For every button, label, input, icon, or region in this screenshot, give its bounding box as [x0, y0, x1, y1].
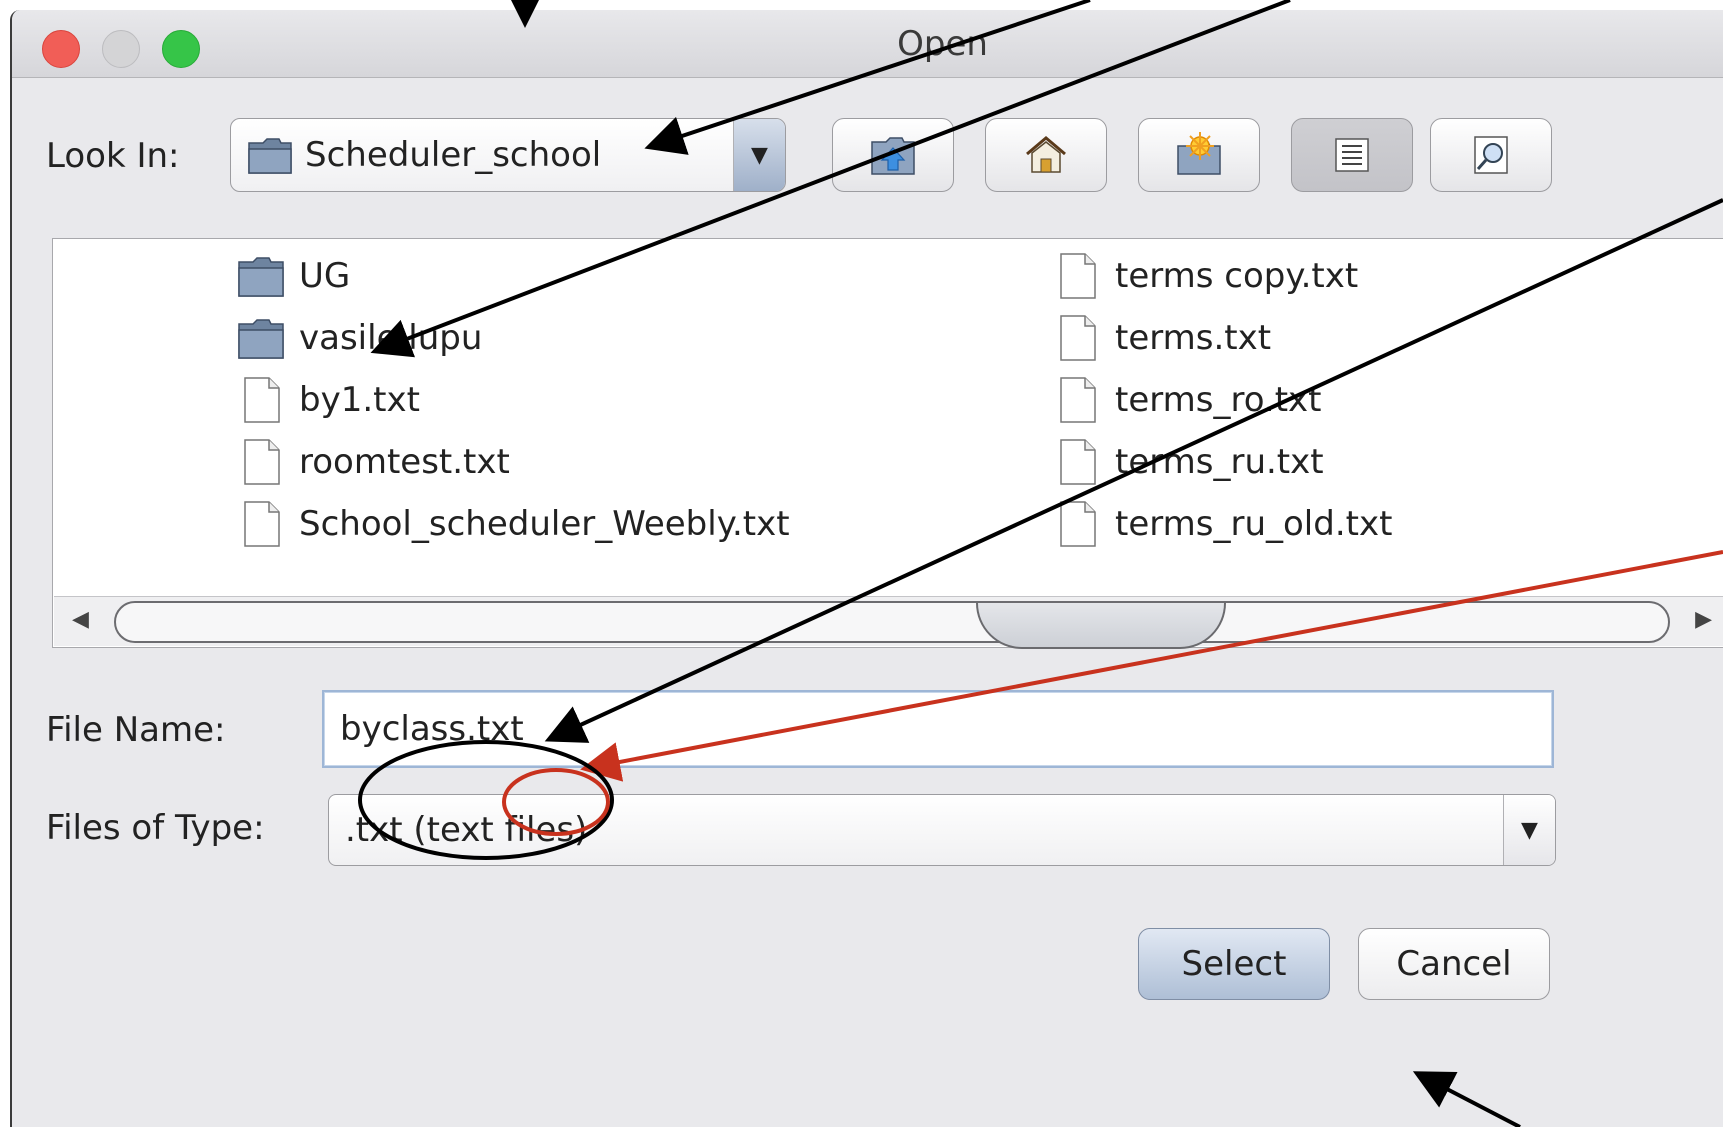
new-folder-icon: [1177, 132, 1221, 175]
file-item[interactable]: School_scheduler_Weebly.txt: [237, 495, 790, 553]
details-view-icon: [1474, 136, 1508, 174]
file-item[interactable]: terms_ro.txt: [1053, 371, 1322, 429]
chevron-down-icon[interactable]: ▼: [733, 119, 785, 191]
item-label: terms.txt: [1115, 318, 1272, 358]
file-name-label: File Name:: [46, 710, 225, 750]
file-list[interactable]: UG vasile lupu by1.txt roomtest.txt School_s…: [52, 238, 1723, 649]
scrollbar-track[interactable]: [114, 601, 1670, 649]
list-view-button[interactable]: [1291, 118, 1413, 192]
item-label: School_scheduler_Weebly.txt: [299, 504, 790, 544]
file-item[interactable]: terms copy.txt: [1053, 247, 1358, 305]
file-icon: [1060, 315, 1096, 361]
file-icon: [244, 377, 280, 423]
files-of-type-dropdown[interactable]: .txt (text files) ▼: [328, 794, 1556, 866]
item-label: vasile lupu: [299, 318, 483, 358]
file-name-value: byclass.txt: [340, 709, 524, 749]
window-title: Open: [897, 24, 988, 64]
scroll-left-icon[interactable]: ◀: [72, 607, 89, 632]
up-folder-icon: [871, 137, 915, 175]
home-button[interactable]: [985, 118, 1107, 192]
file-item[interactable]: by1.txt: [237, 371, 420, 429]
file-icon: [1060, 377, 1096, 423]
item-label: roomtest.txt: [299, 442, 510, 482]
select-button[interactable]: Select: [1138, 928, 1330, 1000]
file-name-label-text: File Name:: [46, 710, 226, 750]
scrollbar-thumb[interactable]: [976, 603, 1226, 649]
title-bar: Open: [12, 10, 1723, 78]
file-item[interactable]: roomtest.txt: [237, 433, 510, 491]
files-of-type-value: .txt (text files): [345, 810, 588, 850]
look-in-label-text: Look In:: [46, 136, 180, 176]
file-icon: [1060, 501, 1096, 547]
item-label: UG: [299, 256, 351, 296]
folder-item[interactable]: vasile lupu: [237, 309, 482, 367]
list-view-icon: [1335, 138, 1369, 172]
file-icon: [1060, 439, 1096, 485]
folder-icon: [248, 138, 292, 174]
files-of-type-label-text: Files of Type:: [46, 808, 265, 848]
open-dialog: Open Look In: Scheduler_school ▼ UG vasi…: [10, 10, 1723, 1127]
folder-icon: [238, 257, 284, 297]
item-label: by1.txt: [299, 380, 420, 420]
file-name-field[interactable]: byclass.txt: [322, 690, 1554, 768]
file-icon: [1060, 253, 1096, 299]
details-view-button[interactable]: [1430, 118, 1552, 192]
horizontal-scrollbar[interactable]: ◀ ▶: [54, 596, 1723, 649]
item-label: terms_ro.txt: [1115, 380, 1322, 420]
new-folder-button[interactable]: [1138, 118, 1260, 192]
item-label: terms_ru.txt: [1115, 442, 1324, 482]
look-in-value: Scheduler_school: [305, 135, 602, 175]
file-item[interactable]: terms.txt: [1053, 309, 1271, 367]
look-in-dropdown[interactable]: Scheduler_school ▼: [230, 118, 786, 192]
home-icon: [1026, 136, 1066, 173]
file-icon: [244, 501, 280, 547]
file-item[interactable]: terms_ru_old.txt: [1053, 495, 1392, 553]
file-icon: [244, 439, 280, 485]
chevron-down-icon[interactable]: ▼: [1503, 795, 1555, 865]
cancel-button[interactable]: Cancel: [1358, 928, 1550, 1000]
file-item[interactable]: terms_ru.txt: [1053, 433, 1324, 491]
item-label: terms copy.txt: [1115, 256, 1359, 296]
files-of-type-label: Files of Type:: [46, 808, 265, 848]
folder-icon: [238, 319, 284, 359]
up-folder-button[interactable]: [832, 118, 954, 192]
look-in-label: Look In:: [46, 136, 179, 176]
item-label: terms_ru_old.txt: [1115, 504, 1393, 544]
scroll-right-icon[interactable]: ▶: [1695, 607, 1712, 632]
folder-item[interactable]: UG: [237, 247, 350, 305]
